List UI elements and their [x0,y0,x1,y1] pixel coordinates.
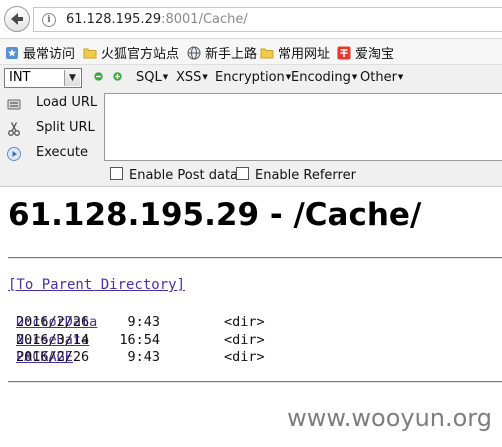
play-icon [7,147,21,161]
list-item: 2016/3/14 16:54 <dir> NurseData [16,332,265,350]
caret-down-icon: ▼ [202,73,208,81]
menu-sql[interactable]: SQL▼ [136,70,168,85]
enable-referrer-label: Enable Referrer [255,168,356,183]
address-bar: i 61.128.195.29:8001/Cache/ [0,0,502,39]
bookmark-common-sites[interactable]: 常用网址 [260,43,331,62]
execute-button[interactable]: Execute [4,143,100,165]
taobao-icon [337,46,351,59]
plus-icon[interactable] [113,72,122,81]
globe-icon [187,46,201,59]
back-arrow-icon [11,13,23,25]
divider [8,381,502,383]
type-select-value: INT [9,70,31,85]
bookmark-label: 爱淘宝 [355,47,395,62]
hackbar-panel: INT ▼ SQL▼ XSS▼ Encryption▼ Encoding▼ Ot… [0,65,502,187]
bookmark-label: 火狐官方站点 [101,47,180,62]
menu-label: SQL [136,70,162,85]
entry-date: 2016/2/26 [16,349,90,365]
folder-icon [260,48,274,58]
checkbox-box[interactable] [236,167,249,180]
execute-label: Execute [36,145,88,160]
load-url-icon [7,99,21,110]
bookmark-star-icon [6,46,18,59]
entry-date: 2016/2/26 [16,314,90,330]
bookmark-label: 最常访问 [23,47,76,62]
url-textarea[interactable] [104,93,502,161]
bookmark-taobao[interactable]: 爱淘宝 [337,43,395,62]
bookmark-firefox-site[interactable]: 火狐官方站点 [83,43,180,62]
url-input[interactable]: i 61.128.195.29:8001/Cache/ [33,7,502,32]
enable-post-data-checkbox[interactable]: Enable Post data [110,167,238,183]
menu-encryption[interactable]: Encryption▼ [215,70,291,85]
url-path: :8001/Cache/ [161,12,248,27]
scissors-icon [8,122,20,136]
list-item: 2016/2/26 9:43 <dir> DoctorData [16,314,265,332]
entry-type: <dir> [224,349,265,365]
minus-icon[interactable] [94,72,103,81]
url-host: 61.128.195.29 [66,12,162,27]
parent-directory-link[interactable]: [To Parent Directory] [8,277,185,293]
entry-time: 9:43 [127,349,160,365]
load-url-button[interactable]: Load URL [4,93,100,115]
watermark: www.wooyun.org [287,404,492,432]
entry-type: <dir> [224,332,265,348]
menu-label: Encoding [291,70,351,85]
enable-post-data-label: Enable Post data [129,168,239,183]
enable-referrer-checkbox[interactable]: Enable Referrer [236,167,356,183]
split-url-button[interactable]: Split URL [4,118,100,140]
bookmark-most-visited[interactable]: 最常访问 [5,43,76,62]
site-info-icon[interactable]: i [42,13,56,27]
list-item: 2016/2/26 9:43 <dir> PACKAGE [16,349,265,367]
url-text: 61.128.195.29:8001/Cache/ [66,12,248,27]
type-select[interactable]: INT ▼ [4,68,82,88]
entry-type: <dir> [224,314,265,330]
folder-icon [83,48,97,58]
chevron-down-icon[interactable]: ▼ [64,70,80,86]
divider [8,257,502,259]
entry-time: 9:43 [127,314,160,330]
entry-time: 16:54 [119,332,160,348]
split-url-label: Split URL [36,120,95,135]
caret-down-icon: ▼ [397,73,404,81]
checkbox-box[interactable] [110,167,123,180]
page-title: 61.128.195.29 - /Cache/ [8,197,422,233]
menu-label: XSS [176,70,202,85]
load-url-label: Load URL [36,95,98,110]
caret-down-icon: ▼ [162,73,169,81]
bookmark-label: 常用网址 [278,47,331,62]
entry-date: 2016/3/14 [16,332,90,348]
menu-label: Other [360,70,397,85]
back-button[interactable] [4,6,30,32]
caret-down-icon: ▼ [351,73,358,81]
bookmarks-toolbar: 最常访问 火狐官方站点 新手上路 常用网址 爱淘宝 [0,39,502,65]
menu-label: Encryption [215,70,285,85]
menu-encoding[interactable]: Encoding▼ [291,70,357,85]
menu-other[interactable]: Other▼ [360,70,403,85]
bookmark-getting-started[interactable]: 新手上路 [187,43,258,62]
menu-xss[interactable]: XSS▼ [176,70,208,85]
bookmark-label: 新手上路 [205,47,258,62]
